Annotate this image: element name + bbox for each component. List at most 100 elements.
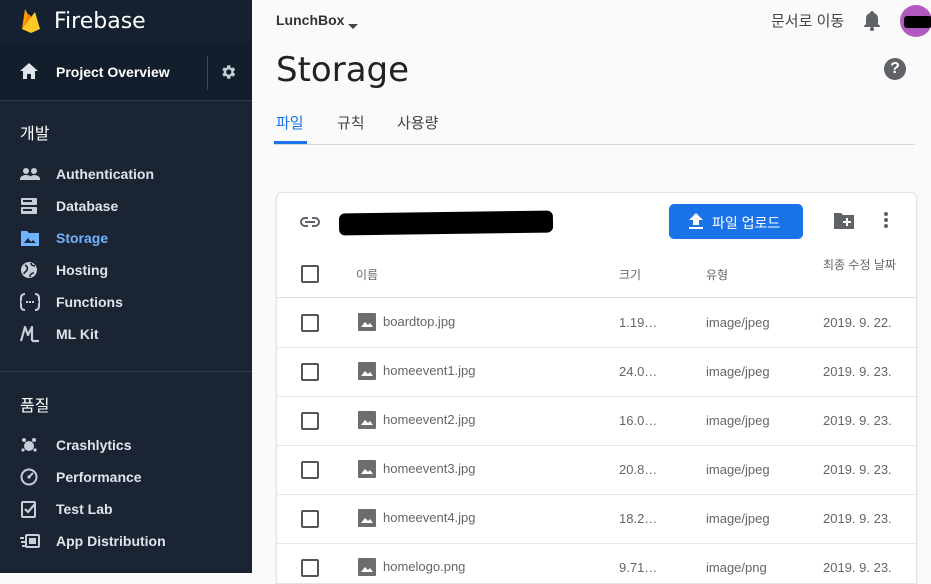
globe-icon <box>20 261 40 279</box>
table-row[interactable]: homeevent3.jpg 20.8… image/jpeg 2019. 9.… <box>277 445 916 495</box>
sidebar-item-database[interactable]: Database <box>0 192 252 220</box>
column-header-name[interactable]: 이름 <box>356 266 378 283</box>
table-row[interactable]: homeevent4.jpg 18.2… image/jpeg 2019. 9.… <box>277 494 916 544</box>
file-type: image/jpeg <box>706 364 770 379</box>
sidebar-item-hosting[interactable]: Hosting <box>0 256 252 284</box>
upload-icon <box>689 213 703 235</box>
active-tab-indicator <box>274 141 307 144</box>
table-row[interactable]: homeevent2.jpg 16.0… image/jpeg 2019. 9.… <box>277 396 916 446</box>
image-file-icon <box>358 313 376 336</box>
image-file-icon <box>358 411 376 434</box>
sidebar-item-label: Authentication <box>56 166 154 182</box>
brand-bar: Firebase <box>0 0 252 42</box>
image-file-icon <box>358 362 376 385</box>
people-icon <box>20 165 40 183</box>
functions-icon <box>18 293 42 311</box>
file-date: 2019. 9. 23. <box>823 462 892 477</box>
column-header-modified[interactable]: 최종 수정 날짜 <box>823 258 903 273</box>
file-size: 18.2… <box>619 511 658 526</box>
file-type: image/jpeg <box>706 511 770 526</box>
row-checkbox[interactable] <box>301 461 319 479</box>
performance-icon <box>20 468 40 486</box>
row-checkbox[interactable] <box>301 510 319 528</box>
upload-file-label: 파일 업로드 <box>712 215 781 231</box>
tab-files[interactable]: 파일 <box>276 112 304 133</box>
table-row[interactable]: boardtop.jpg 1.19… image/jpeg 2019. 9. 2… <box>277 298 916 348</box>
sidebar-item-crashlytics[interactable]: Crashlytics <box>0 431 252 459</box>
row-checkbox[interactable] <box>301 412 319 430</box>
test-lab-icon <box>20 500 40 518</box>
sidebar: Firebase Project Overview 개발 Authenticat… <box>0 0 252 573</box>
row-checkbox[interactable] <box>301 559 319 577</box>
chevron-down-icon[interactable] <box>348 17 358 35</box>
file-name[interactable]: homelogo.png <box>383 559 465 574</box>
link-icon[interactable] <box>299 215 321 233</box>
brand-name[interactable]: Firebase <box>54 9 146 34</box>
main-content: LunchBox 문서로 이동 Storage ? 파일 규칙 사용량 파일 업… <box>252 0 931 584</box>
file-name[interactable]: homeevent4.jpg <box>383 510 476 525</box>
sidebar-item-authentication[interactable]: Authentication <box>0 160 252 188</box>
image-file-icon <box>358 558 376 581</box>
file-type: image/jpeg <box>706 315 770 330</box>
sidebar-item-label: Crashlytics <box>56 437 132 453</box>
new-folder-icon[interactable] <box>833 212 855 235</box>
file-date: 2019. 9. 23. <box>823 413 892 428</box>
sidebar-item-test-lab[interactable]: Test Lab <box>0 495 252 523</box>
file-date: 2019. 9. 23. <box>823 511 892 526</box>
tab-rules[interactable]: 규칙 <box>337 112 365 133</box>
sidebar-item-storage[interactable]: Storage <box>0 224 252 252</box>
section-heading-dev: 개발 <box>20 126 50 143</box>
bell-icon[interactable] <box>863 11 881 36</box>
column-header-type[interactable]: 유형 <box>706 266 728 283</box>
avatar[interactable] <box>900 5 931 37</box>
select-all-checkbox[interactable] <box>301 265 319 283</box>
file-name[interactable]: homeevent2.jpg <box>383 412 476 427</box>
project-overview-label: Project Overview <box>56 64 170 80</box>
file-size: 16.0… <box>619 413 658 428</box>
crashlytics-icon <box>20 436 40 454</box>
file-size: 20.8… <box>619 462 658 477</box>
image-file-icon <box>358 509 376 532</box>
docs-link[interactable]: 문서로 이동 <box>771 10 844 31</box>
gear-icon[interactable] <box>219 63 237 86</box>
redaction-mark <box>904 16 931 28</box>
file-date: 2019. 9. 22. <box>823 315 892 330</box>
files-card: 파일 업로드 이름 크기 유형 최종 수정 날짜 boardtop.jpg 1.… <box>276 192 917 584</box>
project-selector[interactable]: LunchBox <box>276 12 344 28</box>
image-file-icon <box>358 460 376 483</box>
storage-icon <box>20 229 40 247</box>
sidebar-divider <box>0 371 252 372</box>
ml-kit-icon <box>19 325 40 343</box>
sidebar-item-label: App Distribution <box>56 533 166 549</box>
sidebar-item-label: Storage <box>56 230 109 246</box>
file-name[interactable]: boardtop.jpg <box>383 314 455 329</box>
home-icon <box>20 63 38 84</box>
column-header-size[interactable]: 크기 <box>619 266 641 283</box>
firebase-logo-icon[interactable] <box>20 6 42 39</box>
help-icon[interactable]: ? <box>884 58 906 80</box>
sidebar-item-label: Performance <box>56 469 142 485</box>
tab-usage[interactable]: 사용량 <box>397 112 438 133</box>
sidebar-item-performance[interactable]: Performance <box>0 463 252 491</box>
file-name[interactable]: homeevent3.jpg <box>383 461 476 476</box>
file-type: image/jpeg <box>706 413 770 428</box>
sidebar-item-functions[interactable]: Functions <box>0 288 252 316</box>
page-title: Storage <box>276 50 410 90</box>
row-checkbox[interactable] <box>301 363 319 381</box>
row-checkbox[interactable] <box>301 314 319 332</box>
sidebar-item-ml-kit[interactable]: ML Kit <box>0 320 252 348</box>
more-vert-icon[interactable] <box>883 211 889 234</box>
upload-file-button[interactable]: 파일 업로드 <box>669 204 803 239</box>
table-row[interactable]: homeevent1.jpg 24.0… image/jpeg 2019. 9.… <box>277 347 916 397</box>
file-size: 24.0… <box>619 364 658 379</box>
table-header: 이름 크기 유형 최종 수정 날짜 <box>277 249 916 298</box>
bucket-path-redacted <box>338 210 554 236</box>
divider <box>207 56 208 90</box>
table-row[interactable]: homelogo.png 9.71… image/png 2019. 9. 23… <box>277 543 916 583</box>
sidebar-item-label: Database <box>56 198 119 214</box>
sidebar-item-label: Functions <box>56 294 123 310</box>
file-name[interactable]: homeevent1.jpg <box>383 363 476 378</box>
app-distribution-icon <box>20 532 40 550</box>
sidebar-item-app-distribution[interactable]: App Distribution <box>0 527 252 555</box>
project-overview[interactable]: Project Overview <box>0 42 252 101</box>
